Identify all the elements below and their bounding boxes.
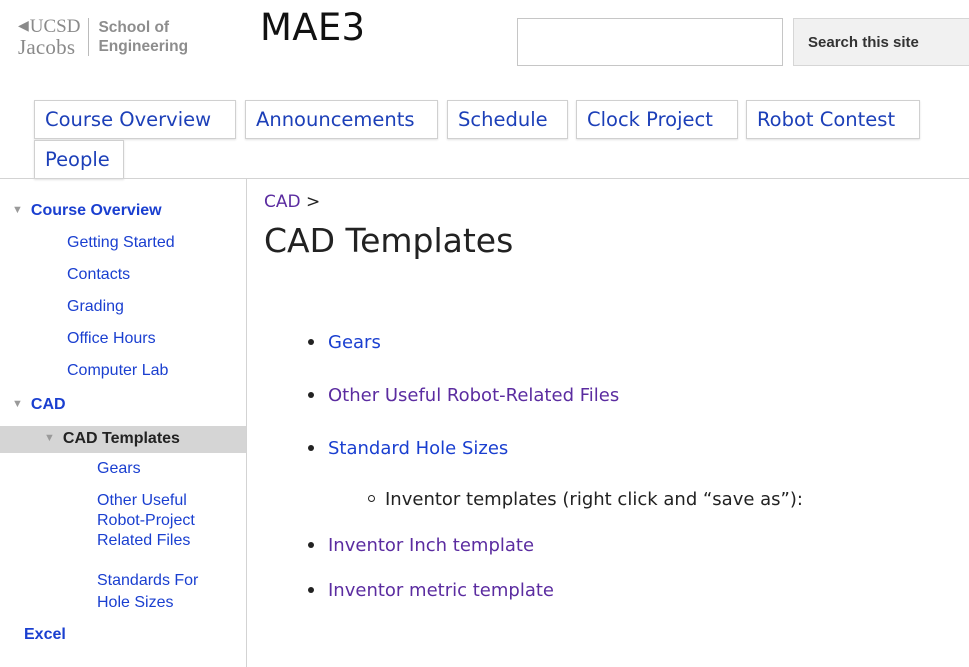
bullet-icon	[308, 445, 314, 451]
list-item: Standard Hole Sizes	[308, 438, 508, 459]
sidebar-item-grading[interactable]: Grading	[67, 297, 124, 317]
tab-label: Robot Contest	[757, 108, 896, 131]
list-item: Other Useful Robot-Related Files	[308, 385, 619, 406]
school-line1: School of	[98, 19, 170, 36]
link-inventor-inch-template[interactable]: Inventor Inch template	[328, 535, 534, 556]
link-standard-hole-sizes[interactable]: Standard Hole Sizes	[328, 438, 508, 459]
triangle-down-icon[interactable]: ▼	[12, 204, 23, 216]
sidebar-item-contacts[interactable]: Contacts	[67, 265, 130, 285]
list-item: Gears	[308, 332, 381, 353]
bullet-icon	[308, 587, 314, 593]
sidebar-item-cad-templates[interactable]: ▼ CAD Templates	[44, 429, 180, 450]
trident-icon: ◀	[18, 19, 29, 34]
bullet-icon	[308, 339, 314, 345]
sidebar-item-hole-sizes-line2[interactable]: Hole Sizes	[97, 593, 173, 613]
sidebar-item-label: CAD Templates	[62, 430, 180, 447]
tab-label: Clock Project	[587, 108, 713, 131]
sidebar-item-label: CAD	[30, 396, 66, 413]
sidebar-item-computer-lab[interactable]: Computer Lab	[67, 361, 168, 381]
sidebar-item-course-overview[interactable]: ▼ Course Overview	[12, 201, 162, 222]
circle-bullet-icon	[368, 495, 375, 502]
school-of-engineering: School of Engineering	[98, 18, 188, 56]
sidebar-item-excel[interactable]: Excel	[24, 625, 66, 645]
tab-label: Announcements	[256, 108, 415, 131]
sidebar-item-other-useful-line2[interactable]: Robot-Project	[97, 511, 195, 531]
link-other-useful-robot-files[interactable]: Other Useful Robot-Related Files	[328, 385, 619, 406]
sidebar-item-cad[interactable]: ▼ CAD	[12, 395, 66, 416]
tab-clock-project[interactable]: Clock Project	[576, 100, 738, 139]
link-gears[interactable]: Gears	[328, 332, 381, 353]
tab-robot-contest[interactable]: Robot Contest	[746, 100, 920, 139]
tab-people[interactable]: People	[34, 140, 124, 179]
bullet-icon	[308, 542, 314, 548]
ucsd-wordmark: ◀ UCSD Jacobs	[18, 16, 80, 58]
triangle-down-icon[interactable]: ▼	[12, 398, 23, 410]
breadcrumb: CAD >	[264, 192, 320, 212]
list-item: Inventor metric template	[308, 580, 554, 601]
page-title: CAD Templates	[264, 221, 514, 260]
tab-schedule[interactable]: Schedule	[447, 100, 568, 139]
search-button[interactable]: Search this site	[793, 18, 969, 66]
sidebar-item-gears[interactable]: Gears	[97, 459, 141, 479]
logo-divider	[88, 18, 90, 56]
triangle-down-icon[interactable]: ▼	[44, 432, 55, 444]
school-line2: Engineering	[98, 38, 189, 55]
sidebar-item-label: Course Overview	[30, 202, 162, 219]
link-inventor-metric-template[interactable]: Inventor metric template	[328, 580, 554, 601]
tab-announcements[interactable]: Announcements	[245, 100, 438, 139]
sidebar-item-hole-sizes-line1[interactable]: Standards For	[97, 571, 198, 591]
inventor-templates-note: Inventor templates (right click and “sav…	[385, 489, 803, 510]
list-item: Inventor Inch template	[308, 535, 534, 556]
breadcrumb-link-cad[interactable]: CAD	[264, 192, 301, 212]
sidebar-item-getting-started[interactable]: Getting Started	[67, 233, 175, 253]
tab-label: Schedule	[458, 108, 548, 131]
jacobs-text: Jacobs	[18, 35, 76, 59]
breadcrumb-separator: >	[306, 192, 321, 212]
bullet-icon	[308, 392, 314, 398]
site-title[interactable]: MAE3	[260, 6, 365, 49]
sidebar-item-other-useful-line3[interactable]: Related Files	[97, 531, 190, 551]
tab-course-overview[interactable]: Course Overview	[34, 100, 236, 139]
tab-label: People	[45, 148, 110, 171]
sidebar-nav: ▼ Course Overview Getting Started Contact…	[0, 179, 247, 667]
sidebar-item-other-useful-line1[interactable]: Other Useful	[97, 491, 187, 511]
ucsd-text: UCSD	[29, 16, 81, 37]
search-input[interactable]	[517, 18, 783, 66]
ucsd-jacobs-logo[interactable]: ◀ UCSD Jacobs School of Engineering	[18, 16, 188, 58]
tab-label: Course Overview	[45, 108, 212, 131]
sidebar-item-office-hours[interactable]: Office Hours	[67, 329, 156, 349]
list-item: Inventor templates (right click and “sav…	[368, 489, 803, 510]
